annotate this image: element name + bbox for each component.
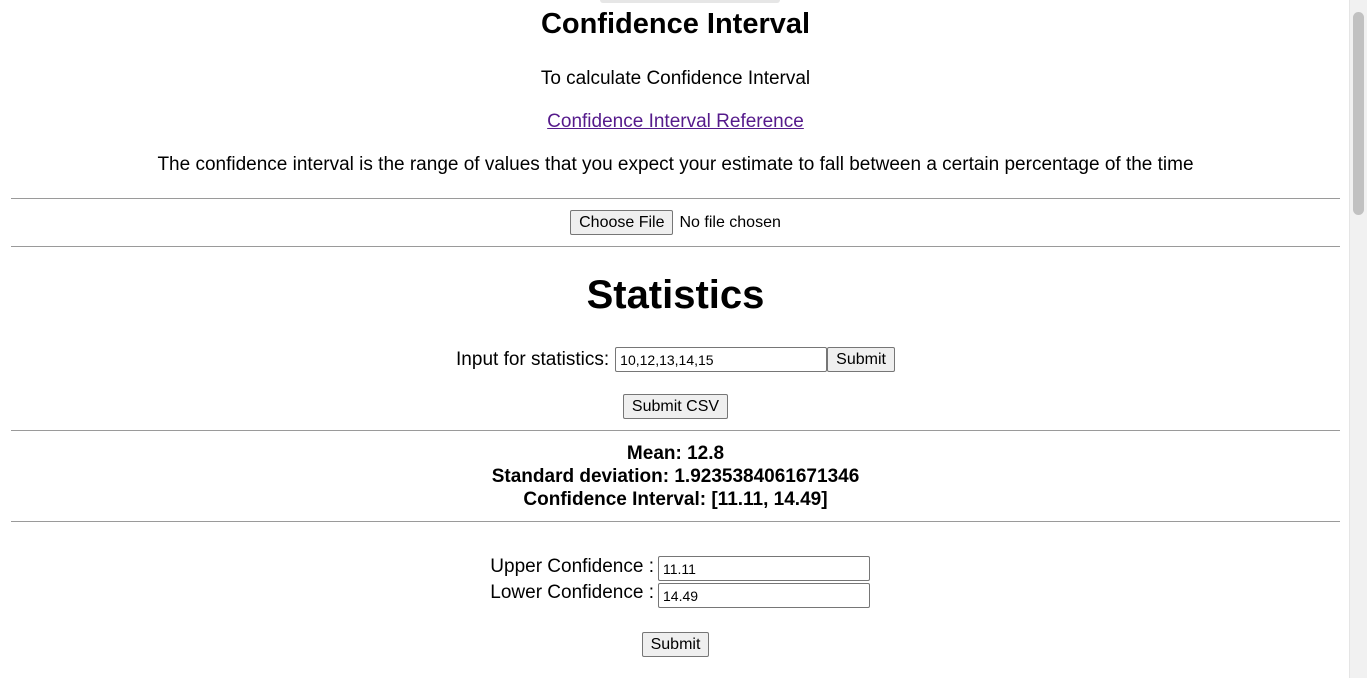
submit-csv-button[interactable]: Submit CSV	[622, 394, 729, 419]
file-status: No file chosen	[679, 213, 781, 231]
upper-confidence-label: Upper Confidence :	[490, 556, 654, 577]
divider	[11, 521, 1340, 522]
statistics-input[interactable]	[615, 347, 828, 372]
mean-result: Mean: 12.8	[626, 443, 725, 464]
top-edge-shadow	[600, 0, 780, 3]
reference-link[interactable]: Confidence Interval Reference	[547, 111, 804, 132]
page-subtitle: To calculate Confidence Interval	[540, 68, 811, 89]
submit-button[interactable]: Submit	[827, 347, 895, 372]
results-panel: Mean: 12.8 Standard deviation: 1.9235384…	[11, 442, 1340, 511]
confidence-interval-result: Confidence Interval: [11.11, 14.49]	[523, 489, 828, 510]
page-header: Confidence Interval	[11, 8, 1340, 41]
page: Confidence Interval To calculate Confide…	[0, 0, 1350, 678]
file-upload: Choose File No file chosen	[11, 210, 1340, 235]
choose-file-button[interactable]: Choose File	[570, 210, 674, 235]
upper-confidence-input[interactable]	[658, 556, 870, 581]
confidence-submit-button[interactable]: Submit	[641, 632, 710, 657]
description-text: The confidence interval is the range of …	[157, 154, 1194, 175]
statistics-title: Statistics	[586, 273, 765, 317]
scrollbar-thumb[interactable]	[1353, 12, 1364, 215]
lower-confidence-input[interactable]	[658, 583, 870, 608]
divider	[11, 246, 1340, 247]
lower-confidence-label: Lower Confidence :	[490, 582, 654, 603]
statistics-input-label: Input for statistics:	[456, 348, 610, 370]
divider	[11, 430, 1340, 431]
std-dev-result: Standard deviation: 1.9235384061671346	[491, 466, 860, 487]
divider	[11, 198, 1340, 199]
statistics-input-row: Input for statistics: Submit	[11, 347, 1340, 372]
page-title: Confidence Interval	[540, 8, 811, 40]
vertical-scrollbar[interactable]	[1349, 0, 1367, 678]
